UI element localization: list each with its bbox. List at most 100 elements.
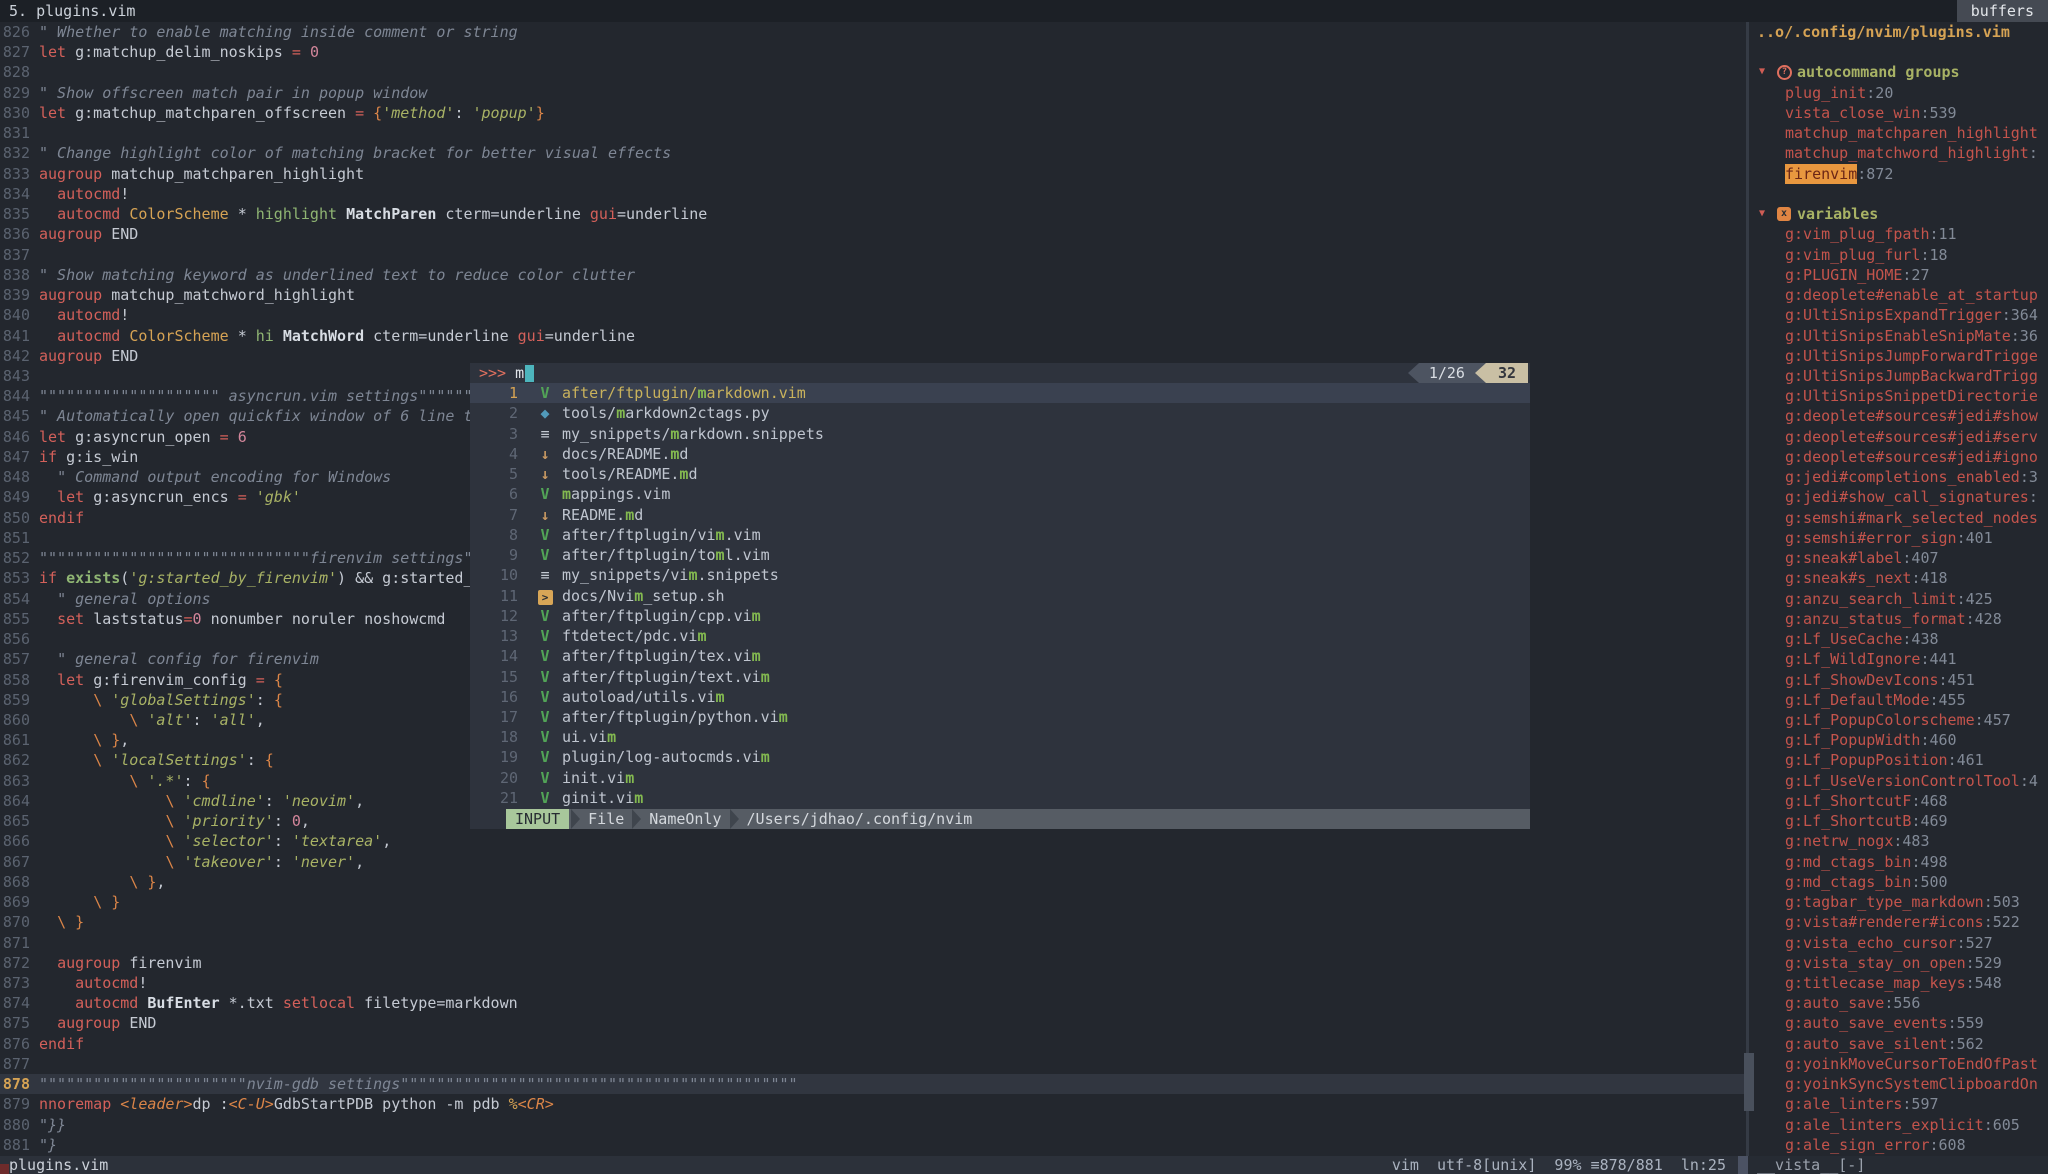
- editor-line[interactable]: 872 augroup firenvim: [0, 953, 1746, 973]
- editor-line[interactable]: 830let g:matchup_matchparen_offscreen = …: [0, 103, 1746, 123]
- editor-line[interactable]: 881"}: [0, 1135, 1746, 1155]
- sidebar-item[interactable]: g:jedi#completions_enabled:3: [1749, 467, 2048, 487]
- collapse-arrow-icon[interactable]: ▼: [1759, 62, 1777, 82]
- sidebar-item[interactable]: matchup_matchparen_highlight: [1749, 123, 2048, 143]
- editor-line[interactable]: 875 augroup END: [0, 1013, 1746, 1033]
- sidebar-item[interactable]: g:UltiSnipsSnippetDirectorie: [1749, 386, 2048, 406]
- sidebar-item[interactable]: g:anzu_search_limit:425: [1749, 589, 2048, 609]
- editor-line[interactable]: 837: [0, 245, 1746, 265]
- search-result-row[interactable]: 5↓tools/README.md: [470, 464, 1530, 484]
- search-result-row[interactable]: 19Vplugin/log-autocmds.vim: [470, 747, 1530, 767]
- sidebar-item[interactable]: g:yoinkMoveCursorToEndOfPast: [1749, 1054, 2048, 1074]
- search-result-row[interactable]: 2◆tools/markdown2ctags.py: [470, 403, 1530, 423]
- sidebar-item[interactable]: g:Lf_UseCache:438: [1749, 629, 2048, 649]
- sidebar-item[interactable]: g:ale_linters:597: [1749, 1094, 2048, 1114]
- editor-line[interactable]: 866 \ 'selector': 'textarea',: [0, 831, 1746, 851]
- editor-line[interactable]: 867 \ 'takeover': 'never',: [0, 852, 1746, 872]
- sidebar-item[interactable]: g:md_ctags_bin:500: [1749, 872, 2048, 892]
- editor-line[interactable]: 869 \ }: [0, 892, 1746, 912]
- sidebar-item[interactable]: g:Lf_ShowDevIcons:451: [1749, 670, 2048, 690]
- search-result-row[interactable]: 20Vinit.vim: [470, 768, 1530, 788]
- sidebar-group-header[interactable]: ▼?autocommand groups: [1749, 62, 2048, 82]
- sidebar-item[interactable]: firenvim:872: [1749, 164, 2048, 184]
- search-result-row[interactable]: 14Vafter/ftplugin/tex.vim: [470, 646, 1530, 666]
- search-result-row[interactable]: 15Vafter/ftplugin/text.vim: [470, 667, 1530, 687]
- sidebar-item[interactable]: g:titlecase_map_keys:548: [1749, 973, 2048, 993]
- search-result-row[interactable]: 13Vftdetect/pdc.vim: [470, 626, 1530, 646]
- sidebar-item[interactable]: g:auto_save:556: [1749, 993, 2048, 1013]
- editor-line[interactable]: 838" Show matching keyword as underlined…: [0, 265, 1746, 285]
- sidebar-item[interactable]: g:Lf_ShortcutF:468: [1749, 791, 2048, 811]
- sidebar-scrollbar-thumb[interactable]: [1744, 1053, 1754, 1111]
- search-result-row[interactable]: 17Vafter/ftplugin/python.vim: [470, 707, 1530, 727]
- search-result-row[interactable]: 16Vautoload/utils.vim: [470, 687, 1530, 707]
- editor-line[interactable]: 826" Whether to enable matching inside c…: [0, 22, 1746, 42]
- sidebar-item[interactable]: g:deoplete#sources#jedi#serv: [1749, 427, 2048, 447]
- sidebar-item[interactable]: g:Lf_ShortcutB:469: [1749, 811, 2048, 831]
- sidebar-item[interactable]: g:Lf_PopupColorscheme:457: [1749, 710, 2048, 730]
- editor-line[interactable]: 836augroup END: [0, 224, 1746, 244]
- sidebar-item[interactable]: g:yoinkSyncSystemClipboardOn: [1749, 1074, 2048, 1094]
- sidebar-item[interactable]: g:PLUGIN_HOME:27: [1749, 265, 2048, 285]
- sidebar-item[interactable]: g:semshi#error_sign:401: [1749, 528, 2048, 548]
- editor-line[interactable]: 880"}}: [0, 1115, 1746, 1135]
- editor-line[interactable]: 839augroup matchup_matchword_highlight: [0, 285, 1746, 305]
- editor-line[interactable]: 827let g:matchup_delim_noskips = 0: [0, 42, 1746, 62]
- search-result-row[interactable]: 1Vafter/ftplugin/markdown.vim: [470, 383, 1530, 403]
- tab-buffers[interactable]: buffers: [1957, 0, 2048, 22]
- sidebar-item[interactable]: g:sneak#s_next:418: [1749, 568, 2048, 588]
- sidebar-item[interactable]: g:deoplete#sources#jedi#show: [1749, 406, 2048, 426]
- sidebar-item[interactable]: g:anzu_status_format:428: [1749, 609, 2048, 629]
- search-result-row[interactable]: 4↓docs/README.md: [470, 444, 1530, 464]
- editor-line[interactable]: 874 autocmd BufEnter *.txt setlocal file…: [0, 993, 1746, 1013]
- sidebar-item[interactable]: g:auto_save_silent:562: [1749, 1034, 2048, 1054]
- search-result-row[interactable]: 6Vmappings.vim: [470, 484, 1530, 504]
- sidebar-item[interactable]: g:Lf_DefaultMode:455: [1749, 690, 2048, 710]
- search-result-row[interactable]: 11>docs/Nvim_setup.sh: [470, 586, 1530, 606]
- editor-line[interactable]: 840 autocmd!: [0, 305, 1746, 325]
- editor-line[interactable]: 832" Change highlight color of matching …: [0, 143, 1746, 163]
- search-result-row[interactable]: 7↓README.md: [470, 505, 1530, 525]
- fuzzy-search-input-row[interactable]: >>> m 1/26 32: [470, 363, 1530, 383]
- editor-line[interactable]: 833augroup matchup_matchparen_highlight: [0, 164, 1746, 184]
- search-result-row[interactable]: 9Vafter/ftplugin/toml.vim: [470, 545, 1530, 565]
- sidebar-item[interactable]: g:vista_echo_cursor:527: [1749, 933, 2048, 953]
- editor-line[interactable]: 877: [0, 1054, 1746, 1074]
- sidebar-item[interactable]: plug_init:20: [1749, 83, 2048, 103]
- editor-line[interactable]: 835 autocmd ColorScheme * highlight Matc…: [0, 204, 1746, 224]
- search-result-row[interactable]: 10≡my_snippets/vim.snippets: [470, 565, 1530, 585]
- search-result-row[interactable]: 12Vafter/ftplugin/cpp.vim: [470, 606, 1530, 626]
- tab-current-buffer[interactable]: 5. plugins.vim: [0, 1, 135, 21]
- sidebar-item[interactable]: g:jedi#show_call_signatures:: [1749, 487, 2048, 507]
- sidebar-item[interactable]: g:deoplete#enable_at_startup: [1749, 285, 2048, 305]
- sidebar-item[interactable]: g:Lf_PopupWidth:460: [1749, 730, 2048, 750]
- sidebar-item[interactable]: g:sneak#label:407: [1749, 548, 2048, 568]
- sidebar-item[interactable]: g:UltiSnipsJumpBackwardTrigg: [1749, 366, 2048, 386]
- editor-line[interactable]: 870 \ }: [0, 912, 1746, 932]
- sidebar-item[interactable]: g:netrw_nogx:483: [1749, 831, 2048, 851]
- sidebar-item[interactable]: g:ale_linters_explicit:605: [1749, 1115, 2048, 1135]
- sidebar-item[interactable]: g:Lf_UseVersionControlTool:4: [1749, 771, 2048, 791]
- editor-line[interactable]: 878"""""""""""""""""""""""nvim-gdb setti…: [0, 1074, 1746, 1094]
- sidebar-item[interactable]: g:deoplete#sources#jedi#igno: [1749, 447, 2048, 467]
- search-result-row[interactable]: 8Vafter/ftplugin/vim.vim: [470, 525, 1530, 545]
- sidebar-item[interactable]: g:tagbar_type_markdown:503: [1749, 892, 2048, 912]
- sidebar-group-header[interactable]: ▼xvariables: [1749, 204, 2048, 224]
- sidebar-item[interactable]: g:UltiSnipsEnableSnipMate:36: [1749, 326, 2048, 346]
- sidebar-item[interactable]: g:vista_stay_on_open:529: [1749, 953, 2048, 973]
- sidebar-item[interactable]: g:semshi#mark_selected_nodes: [1749, 508, 2048, 528]
- search-result-row[interactable]: 3≡my_snippets/markdown.snippets: [470, 424, 1530, 444]
- sidebar-item[interactable]: g:md_ctags_bin:498: [1749, 852, 2048, 872]
- sidebar-item[interactable]: g:UltiSnipsExpandTrigger:364: [1749, 305, 2048, 325]
- editor-line[interactable]: 871: [0, 933, 1746, 953]
- sidebar-item[interactable]: g:vista#renderer#icons:522: [1749, 912, 2048, 932]
- sidebar-item[interactable]: g:Lf_WildIgnore:441: [1749, 649, 2048, 669]
- sidebar-item[interactable]: g:vim_plug_furl:18: [1749, 245, 2048, 265]
- sidebar-item[interactable]: g:ale_sign_error:608: [1749, 1135, 2048, 1155]
- editor-line[interactable]: 829" Show offscreen match pair in popup …: [0, 83, 1746, 103]
- editor-line[interactable]: 876endif: [0, 1034, 1746, 1054]
- editor-line[interactable]: 831: [0, 123, 1746, 143]
- search-result-row[interactable]: 21Vginit.vim: [470, 788, 1530, 808]
- sidebar-item[interactable]: g:vim_plug_fpath:11: [1749, 224, 2048, 244]
- editor-line[interactable]: 828: [0, 62, 1746, 82]
